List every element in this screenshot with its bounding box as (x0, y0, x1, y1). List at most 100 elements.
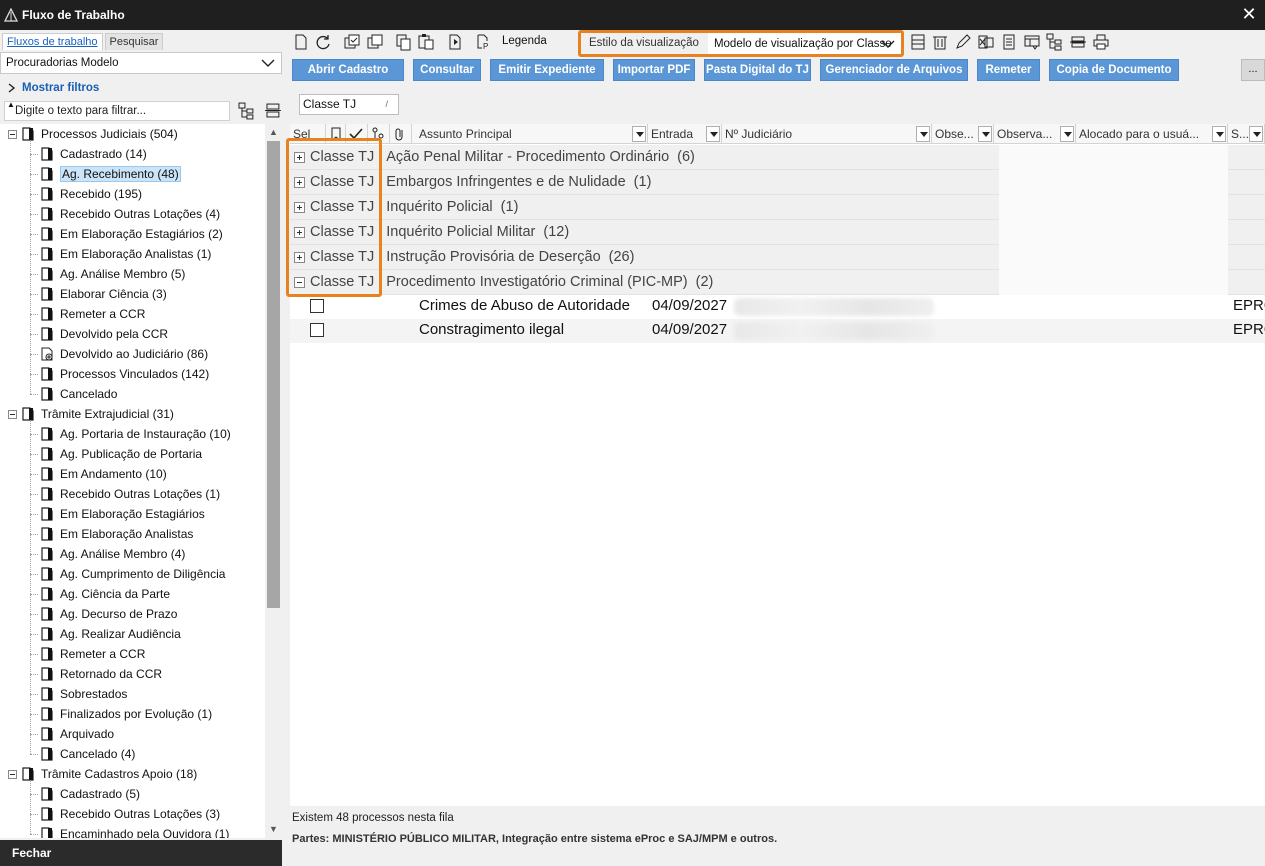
columns-config-icon[interactable] (1023, 33, 1041, 51)
check-column-header[interactable] (346, 124, 368, 144)
tree-node-item[interactable]: Finalizados por Evolução (1) (41, 704, 212, 724)
tree-node-item[interactable]: Remeter a CCR (41, 304, 145, 324)
scroll-up-icon[interactable]: ▲ (265, 124, 282, 141)
view-style-select[interactable]: Estilo da visualização Modelo de visuali… (578, 30, 904, 57)
tree-node-item[interactable]: Arquivado (41, 724, 114, 744)
expand-group-icon[interactable] (294, 176, 305, 188)
model-select[interactable]: Procuradorias Modelo (0, 52, 282, 74)
report-icon[interactable] (1000, 33, 1018, 51)
tree-node-item[interactable]: Em Elaboração Estagiários (41, 504, 205, 524)
tab-workflows[interactable]: Fluxos de trabalho (2, 33, 103, 50)
collapse-toggle-icon[interactable] (8, 769, 17, 779)
action-button-3[interactable]: Importar PDF (613, 59, 695, 81)
collapse-group-icon[interactable] (294, 276, 305, 288)
action-button-4[interactable]: Pasta Digital do TJ (704, 59, 811, 81)
expand-group-icon[interactable] (294, 251, 305, 263)
tab-search[interactable]: Pesquisar (104, 33, 164, 50)
tree-node-item[interactable]: Cancelado (4) (41, 744, 135, 764)
copy-icon[interactable] (394, 33, 412, 51)
group-by-chip[interactable]: Classe TJ / (299, 94, 399, 115)
column-filter-icon[interactable] (978, 126, 992, 142)
tree-node-folder[interactable]: Trâmite Cadastros Apoio (18) (8, 764, 197, 784)
table-row[interactable]: Constragimento ilegal 04/09/2027 EPROC (290, 319, 1265, 343)
column-header-3[interactable]: Nº Judiciário (722, 124, 932, 144)
deselect-all-icon[interactable] (366, 33, 384, 51)
column-header-sel[interactable]: Sel (290, 124, 326, 144)
expand-group-icon[interactable] (294, 226, 305, 238)
tree-node-item[interactable]: Recebido Outras Lotações (3) (41, 804, 220, 824)
tree-node-item[interactable]: Recebido (195) (41, 184, 142, 204)
tree-node-item[interactable]: Em Elaboração Analistas (1) (41, 244, 211, 264)
tree-node-item[interactable]: Em Elaboração Analistas (41, 524, 193, 544)
expand-group-icon[interactable] (294, 151, 305, 163)
tree-node-item[interactable]: Ag. Cumprimento de Diligência (41, 564, 225, 584)
excel-export-icon[interactable] (977, 33, 995, 51)
tree-node-item[interactable]: Devolvido pela CCR (41, 324, 168, 344)
tree-node-folder[interactable]: Processos Judiciais (504) (8, 124, 178, 144)
legend-label[interactable]: Legenda (502, 35, 547, 47)
tree-node-item[interactable]: Retornado da CCR (41, 664, 162, 684)
tree-node-item[interactable]: Ag. Análise Membro (5) (41, 264, 185, 284)
tree-node-item[interactable]: Ag. Decurso de Prazo (41, 604, 177, 624)
row-checkbox[interactable] (310, 299, 324, 313)
tree-node-item[interactable]: Recebido Outras Lotações (1) (41, 484, 220, 504)
print-icon[interactable] (1092, 33, 1110, 51)
tree-node-item[interactable]: Ag. Realizar Audiência (41, 624, 181, 644)
delete-icon[interactable] (931, 33, 949, 51)
more-actions-button[interactable]: ... (1241, 59, 1265, 81)
tree-node-item[interactable]: Cadastrado (5) (41, 784, 140, 804)
tree-node-item[interactable]: Em Andamento (10) (41, 464, 167, 484)
column-filter-icon[interactable] (1212, 126, 1226, 142)
row-checkbox[interactable] (310, 323, 324, 337)
tree-node-item[interactable]: Recebido Outras Lotações (4) (41, 204, 220, 224)
tree-node-item[interactable]: Cancelado (41, 384, 117, 404)
tree-node-item[interactable]: Em Elaboração Estagiários (2) (41, 224, 223, 244)
export-document-icon[interactable] (446, 33, 464, 51)
column-filter-icon[interactable] (706, 126, 720, 142)
expand-group-icon[interactable] (294, 201, 305, 213)
tree-node-item[interactable]: Ag. Recebimento (48) (41, 164, 181, 184)
table-row[interactable]: Crimes de Abuso de Autoridade 04/09/2027 E… (290, 295, 1265, 319)
tree-node-item[interactable]: Ag. Ciência da Parte (41, 584, 170, 604)
tree-node-item[interactable]: Ag. Portaria de Instauração (10) (41, 424, 231, 444)
scroll-thumb[interactable] (267, 141, 280, 608)
column-filter-icon[interactable] (1060, 126, 1074, 142)
attachment-column-header[interactable] (390, 124, 412, 144)
column-filter-icon[interactable] (632, 126, 646, 142)
select-all-icon[interactable] (343, 33, 361, 51)
tree-node-item[interactable]: Elaborar Ciência (3) (41, 284, 167, 304)
column-header-6[interactable]: Alocado para o usuá... (1076, 124, 1228, 144)
tree-node-item[interactable]: Processos Vinculados (142) (41, 364, 209, 384)
tree-column-header[interactable] (368, 124, 390, 144)
bookmark-column-header[interactable] (326, 124, 346, 144)
column-filter-icon[interactable] (1249, 126, 1263, 142)
action-button-2[interactable]: Emitir Expediente (490, 59, 604, 81)
new-document-icon[interactable] (292, 33, 310, 51)
action-button-5[interactable]: Gerenciador de Arquivos (820, 59, 968, 81)
action-button-0[interactable]: Abrir Cadastro (292, 59, 404, 81)
paste-icon[interactable] (417, 33, 435, 51)
scroll-down-icon[interactable]: ▼ (265, 821, 282, 838)
tree-node-item[interactable]: Cadastrado (14) (41, 144, 147, 164)
tree-node-item[interactable]: Remeter a CCR (41, 644, 145, 664)
collapse-groups-icon[interactable] (1069, 33, 1087, 51)
edit-pencil-icon[interactable] (954, 33, 972, 51)
tree-node-item[interactable]: Encaminhado pela Ouvidora (1) (41, 824, 229, 838)
refresh-icon[interactable] (314, 33, 332, 51)
action-button-7[interactable]: Copia de Documento (1049, 59, 1179, 81)
collapse-toggle-icon[interactable] (8, 409, 17, 419)
tree-node-item[interactable]: Ag. Análise Membro (4) (41, 544, 185, 564)
tree-node-item[interactable]: Devolvido ao Judiciário (86) (41, 344, 208, 364)
tree-node-item[interactable]: Sobrestados (41, 684, 127, 704)
action-button-1[interactable]: Consultar (413, 59, 481, 81)
close-window-icon[interactable]: ✕ (1239, 4, 1259, 24)
close-button[interactable]: Fechar (0, 840, 282, 866)
collapse-toggle-icon[interactable] (8, 129, 17, 139)
expand-tree-icon[interactable] (238, 102, 256, 120)
column-filter-icon[interactable] (916, 126, 930, 142)
tree-node-item[interactable]: Ag. Publicação de Portaria (41, 444, 202, 464)
save-layout-icon[interactable] (909, 33, 927, 51)
action-button-6[interactable]: Remeter (977, 59, 1040, 81)
collapse-tree-icon[interactable] (264, 102, 282, 120)
legend-icon[interactable]: P (474, 33, 492, 51)
